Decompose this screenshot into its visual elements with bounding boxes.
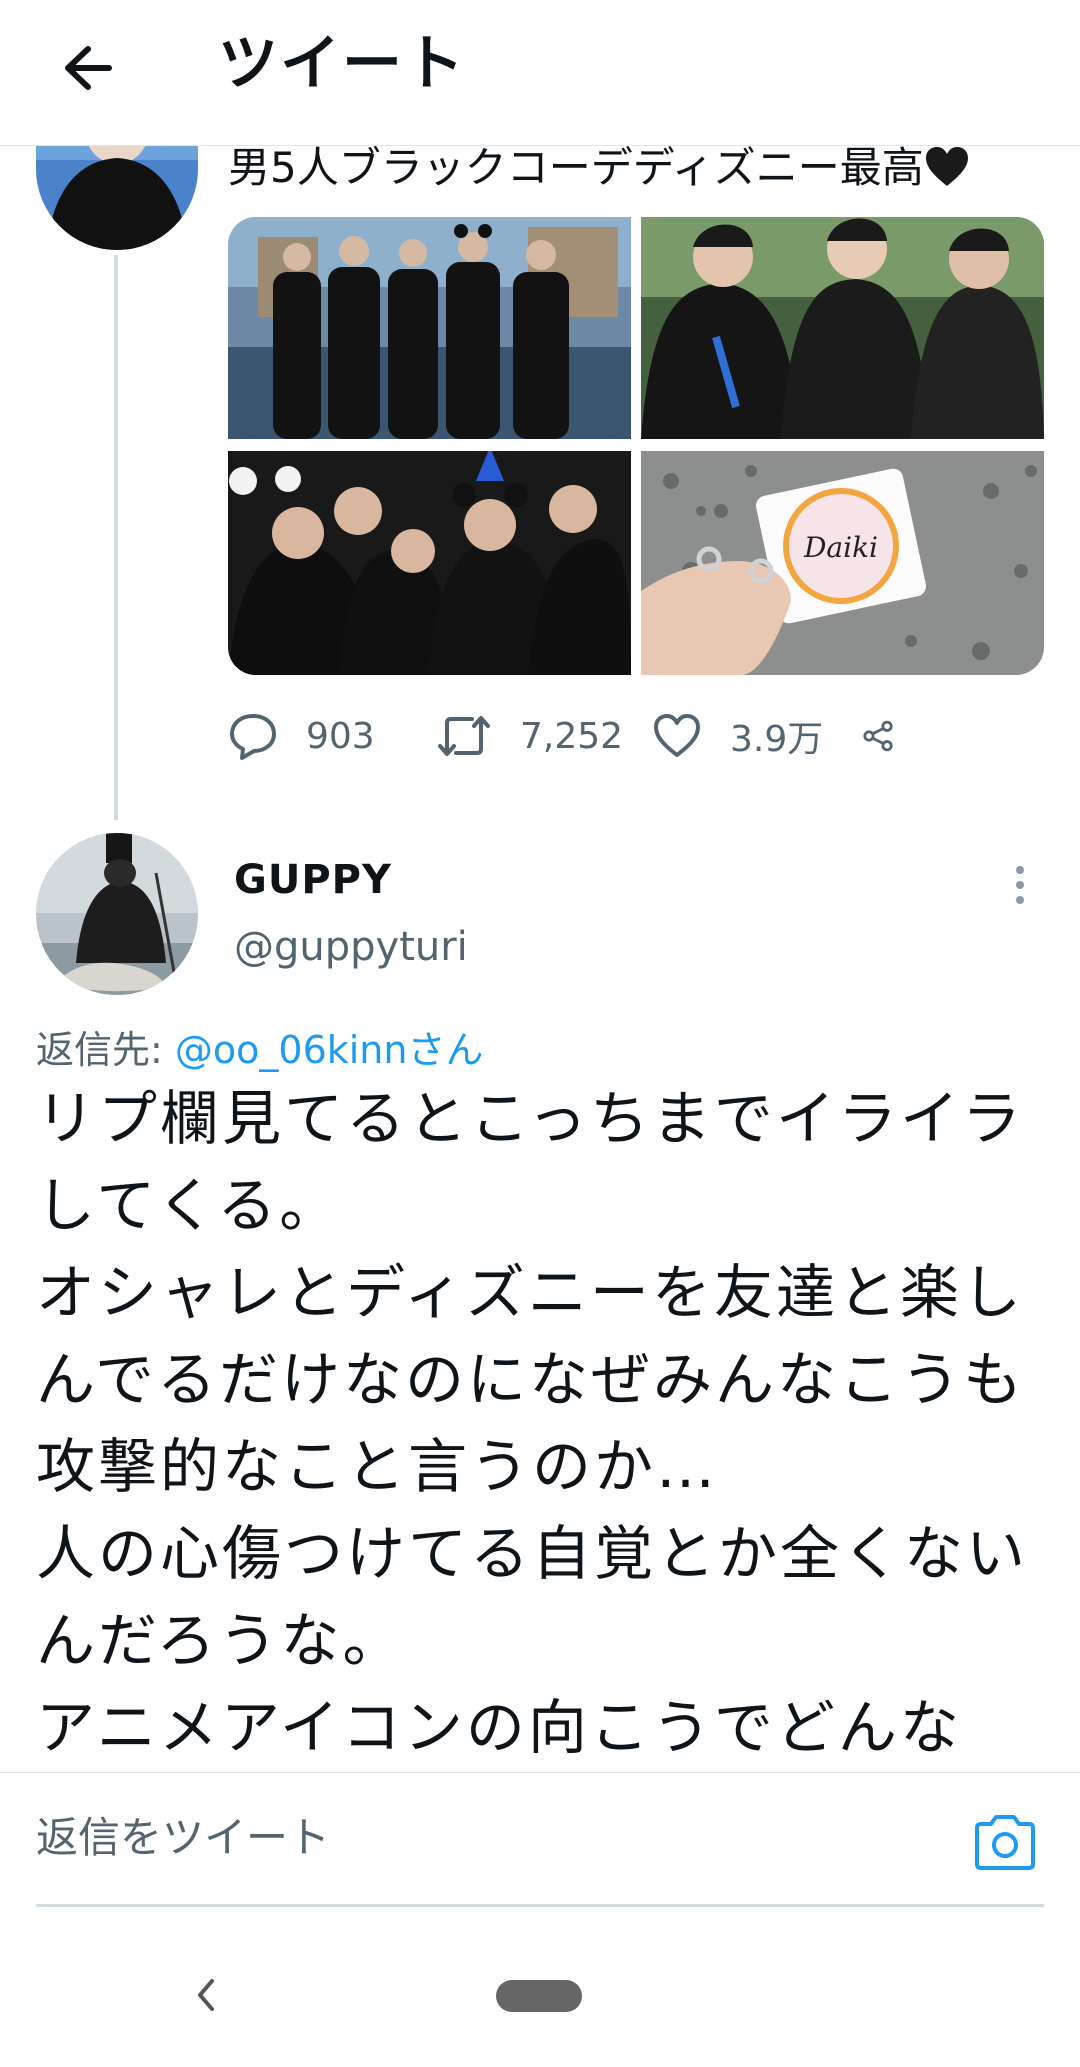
reply-count: 903	[306, 715, 375, 757]
reply-input-underline	[36, 1904, 1044, 1907]
photo-4-label: Daiki	[803, 531, 878, 564]
more-options-button[interactable]	[1000, 855, 1040, 915]
like-count: 3.9万	[730, 719, 824, 760]
comment-icon	[230, 714, 276, 760]
share-button[interactable]	[862, 700, 922, 772]
photo-2[interactable]	[641, 217, 1044, 439]
camera-button[interactable]	[972, 1812, 1038, 1872]
reply-input[interactable]: 返信をツイート	[36, 1808, 330, 1868]
tweet-text-content: 男5人ブラックコーデディズニー最高	[228, 143, 924, 192]
top-app-bar: ツイート	[0, 0, 1080, 146]
thread-connector-line	[114, 255, 118, 820]
system-home-pill[interactable]	[496, 1980, 582, 2012]
chevron-left-icon	[198, 1979, 214, 2011]
retweet-icon	[438, 716, 490, 756]
media-grid: Daiki	[228, 217, 1044, 675]
tweet-text: リプ欄見てるとこっちまでイライラしてくる。 オシャレとディズニーを友達と楽しんで…	[36, 1084, 1029, 1762]
photo-4[interactable]: Daiki	[641, 451, 1044, 675]
arrow-left-icon	[65, 46, 112, 90]
retweet-button[interactable]: 7,252	[436, 700, 623, 772]
photo-3[interactable]	[228, 451, 631, 675]
display-name[interactable]: GUPPY	[234, 855, 392, 905]
replying-to: 返信先: @oo_06kinnさん	[36, 1025, 483, 1075]
replying-to-mention-link[interactable]: @oo_06kinnさん	[175, 1028, 484, 1072]
more-dot	[1016, 896, 1024, 904]
more-dot	[1016, 866, 1024, 874]
photo-1[interactable]	[228, 217, 631, 439]
heart-outline-icon	[654, 714, 700, 757]
back-button[interactable]	[48, 28, 128, 108]
avatar[interactable]	[36, 833, 198, 995]
like-button[interactable]: 3.9万	[652, 700, 823, 772]
system-back-button[interactable]	[186, 1970, 226, 2020]
more-dot	[1016, 881, 1024, 889]
replying-to-label: 返信先:	[36, 1028, 175, 1072]
reply-button[interactable]: 903	[228, 700, 375, 772]
user-handle[interactable]: @guppyturi	[234, 922, 468, 972]
black-heart-icon	[924, 146, 970, 200]
camera-icon	[975, 1815, 1035, 1870]
retweet-count: 7,252	[520, 715, 624, 757]
share-icon	[863, 720, 893, 752]
tweet-text: 男5人ブラックコーデディズニー最高	[228, 142, 970, 200]
page-title: ツイート	[218, 29, 466, 99]
